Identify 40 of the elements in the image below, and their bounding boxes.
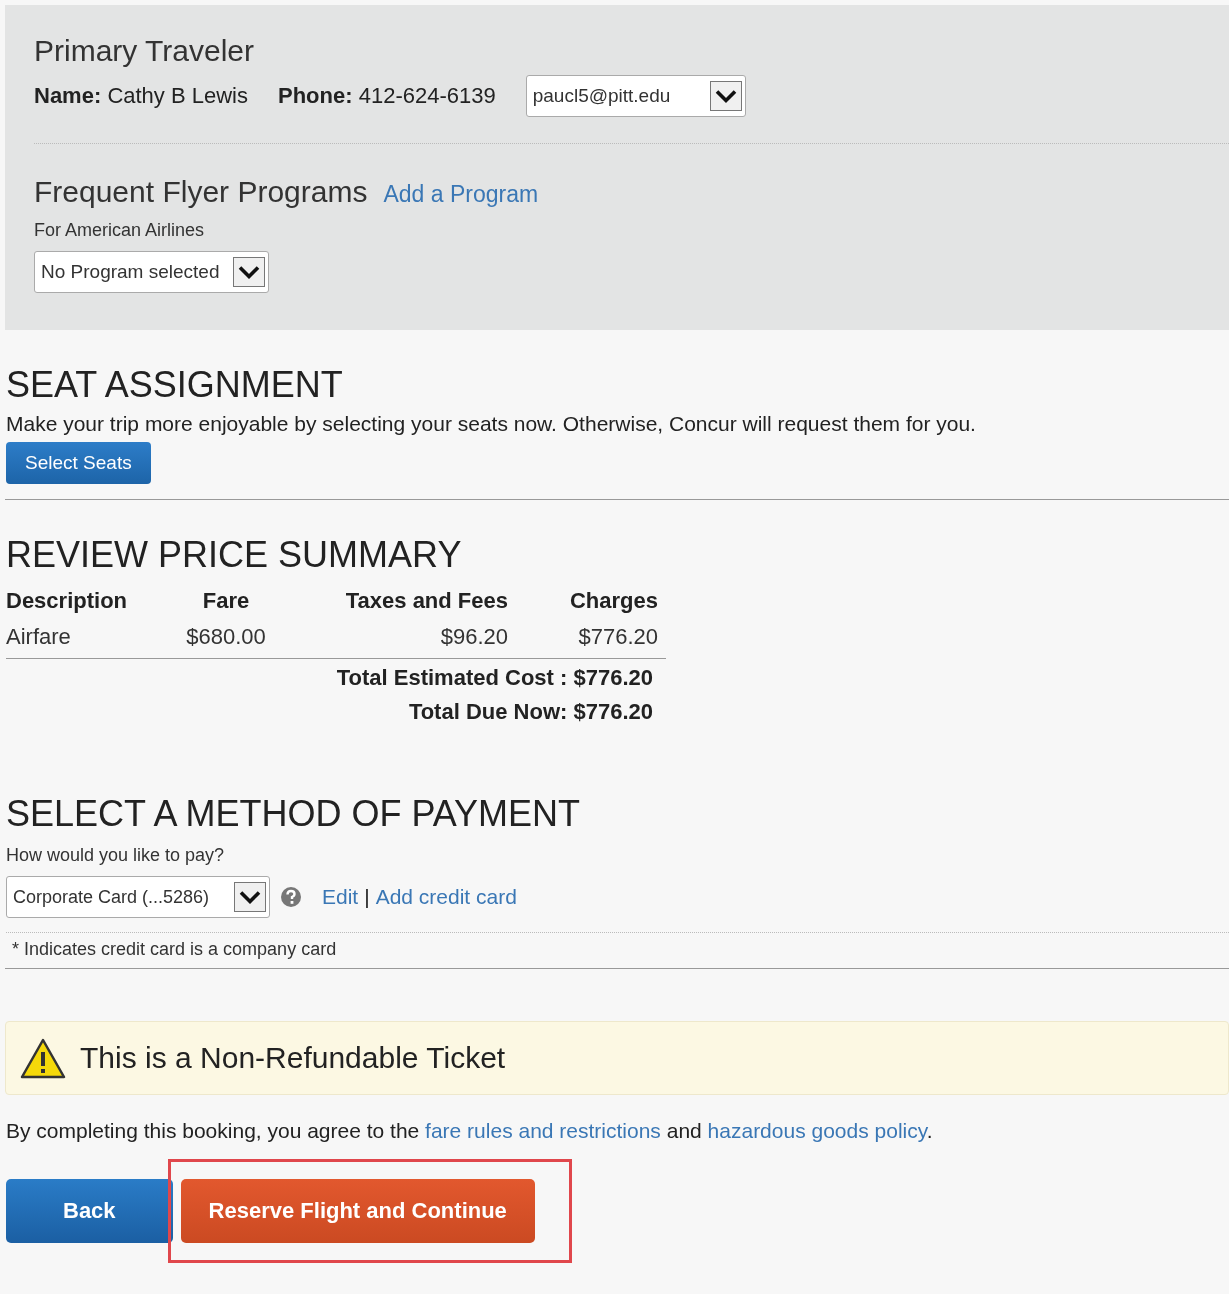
total-line: Total Estimated Cost : $776.20: [335, 665, 653, 691]
section-title: Primary Traveler: [34, 33, 256, 69]
select-seats-button[interactable]: Select Seats: [6, 442, 151, 484]
edit-link[interactable]: Edit: [322, 885, 359, 909]
seat-text: Make your trip more enjoyable by selecting your seats now. Otherwise, Concur will request them for you.: [6, 412, 977, 436]
card-note: * Indicates credit card is a company card: [12, 939, 338, 960]
section-heading: SEAT ASSIGNMENT: [6, 364, 344, 406]
warning-text: This is a Non-Refundable Ticket: [80, 1041, 506, 1075]
warning-icon: [20, 1037, 66, 1079]
chevron-down-icon: [234, 882, 266, 912]
table-cell-text: $96.20: [439, 624, 508, 650]
column-header: Fare: [201, 588, 251, 614]
add-card-link[interactable]: Add credit card: [375, 885, 517, 909]
chevron-down-icon: [233, 257, 265, 287]
column-header: Taxes and Fees: [344, 588, 508, 614]
separator: |: [364, 885, 370, 909]
section-heading: REVIEW PRICE SUMMARY: [6, 534, 463, 576]
total-line: Total Due Now: $776.20: [407, 699, 653, 725]
table-cell-text: Airfare: [6, 624, 72, 650]
field-label: How would you like to pay?: [6, 845, 226, 866]
policy-link[interactable]: fare rules and restrictions: [425, 1119, 661, 1142]
traveler-name: Name: Cathy B Lewis: [34, 83, 248, 109]
select-field[interactable]: No Program selected: [34, 251, 269, 293]
column-header: Charges: [568, 588, 658, 614]
column-header: Description: [6, 588, 129, 614]
chevron-down-icon: [709, 81, 742, 111]
field-label: For American Airlines: [34, 220, 206, 241]
select-field[interactable]: Corporate Card (...5286): [6, 876, 270, 918]
help-icon[interactable]: [280, 886, 302, 908]
back-button[interactable]: Back: [6, 1179, 173, 1243]
table-cell-text: $776.20: [577, 624, 658, 650]
traveler-phone: Phone: 412-624-6139: [278, 83, 496, 109]
section-title: Frequent Flyer Programs: [34, 174, 368, 210]
reserve-button[interactable]: Reserve Flight and Continue: [180, 1179, 535, 1243]
policy-link[interactable]: hazardous goods policy: [707, 1119, 927, 1142]
add-program-link[interactable]: Add a Program: [383, 181, 539, 208]
agreement-text: By completing this booking, you agree to the fare rules and restrictions and hazardous goods policy.: [6, 1119, 934, 1143]
select-field[interactable]: paucl5@pitt.edu: [525, 75, 746, 117]
section-heading: SELECT A METHOD OF PAYMENT: [6, 793, 582, 835]
table-cell-text: $680.00: [185, 624, 267, 650]
